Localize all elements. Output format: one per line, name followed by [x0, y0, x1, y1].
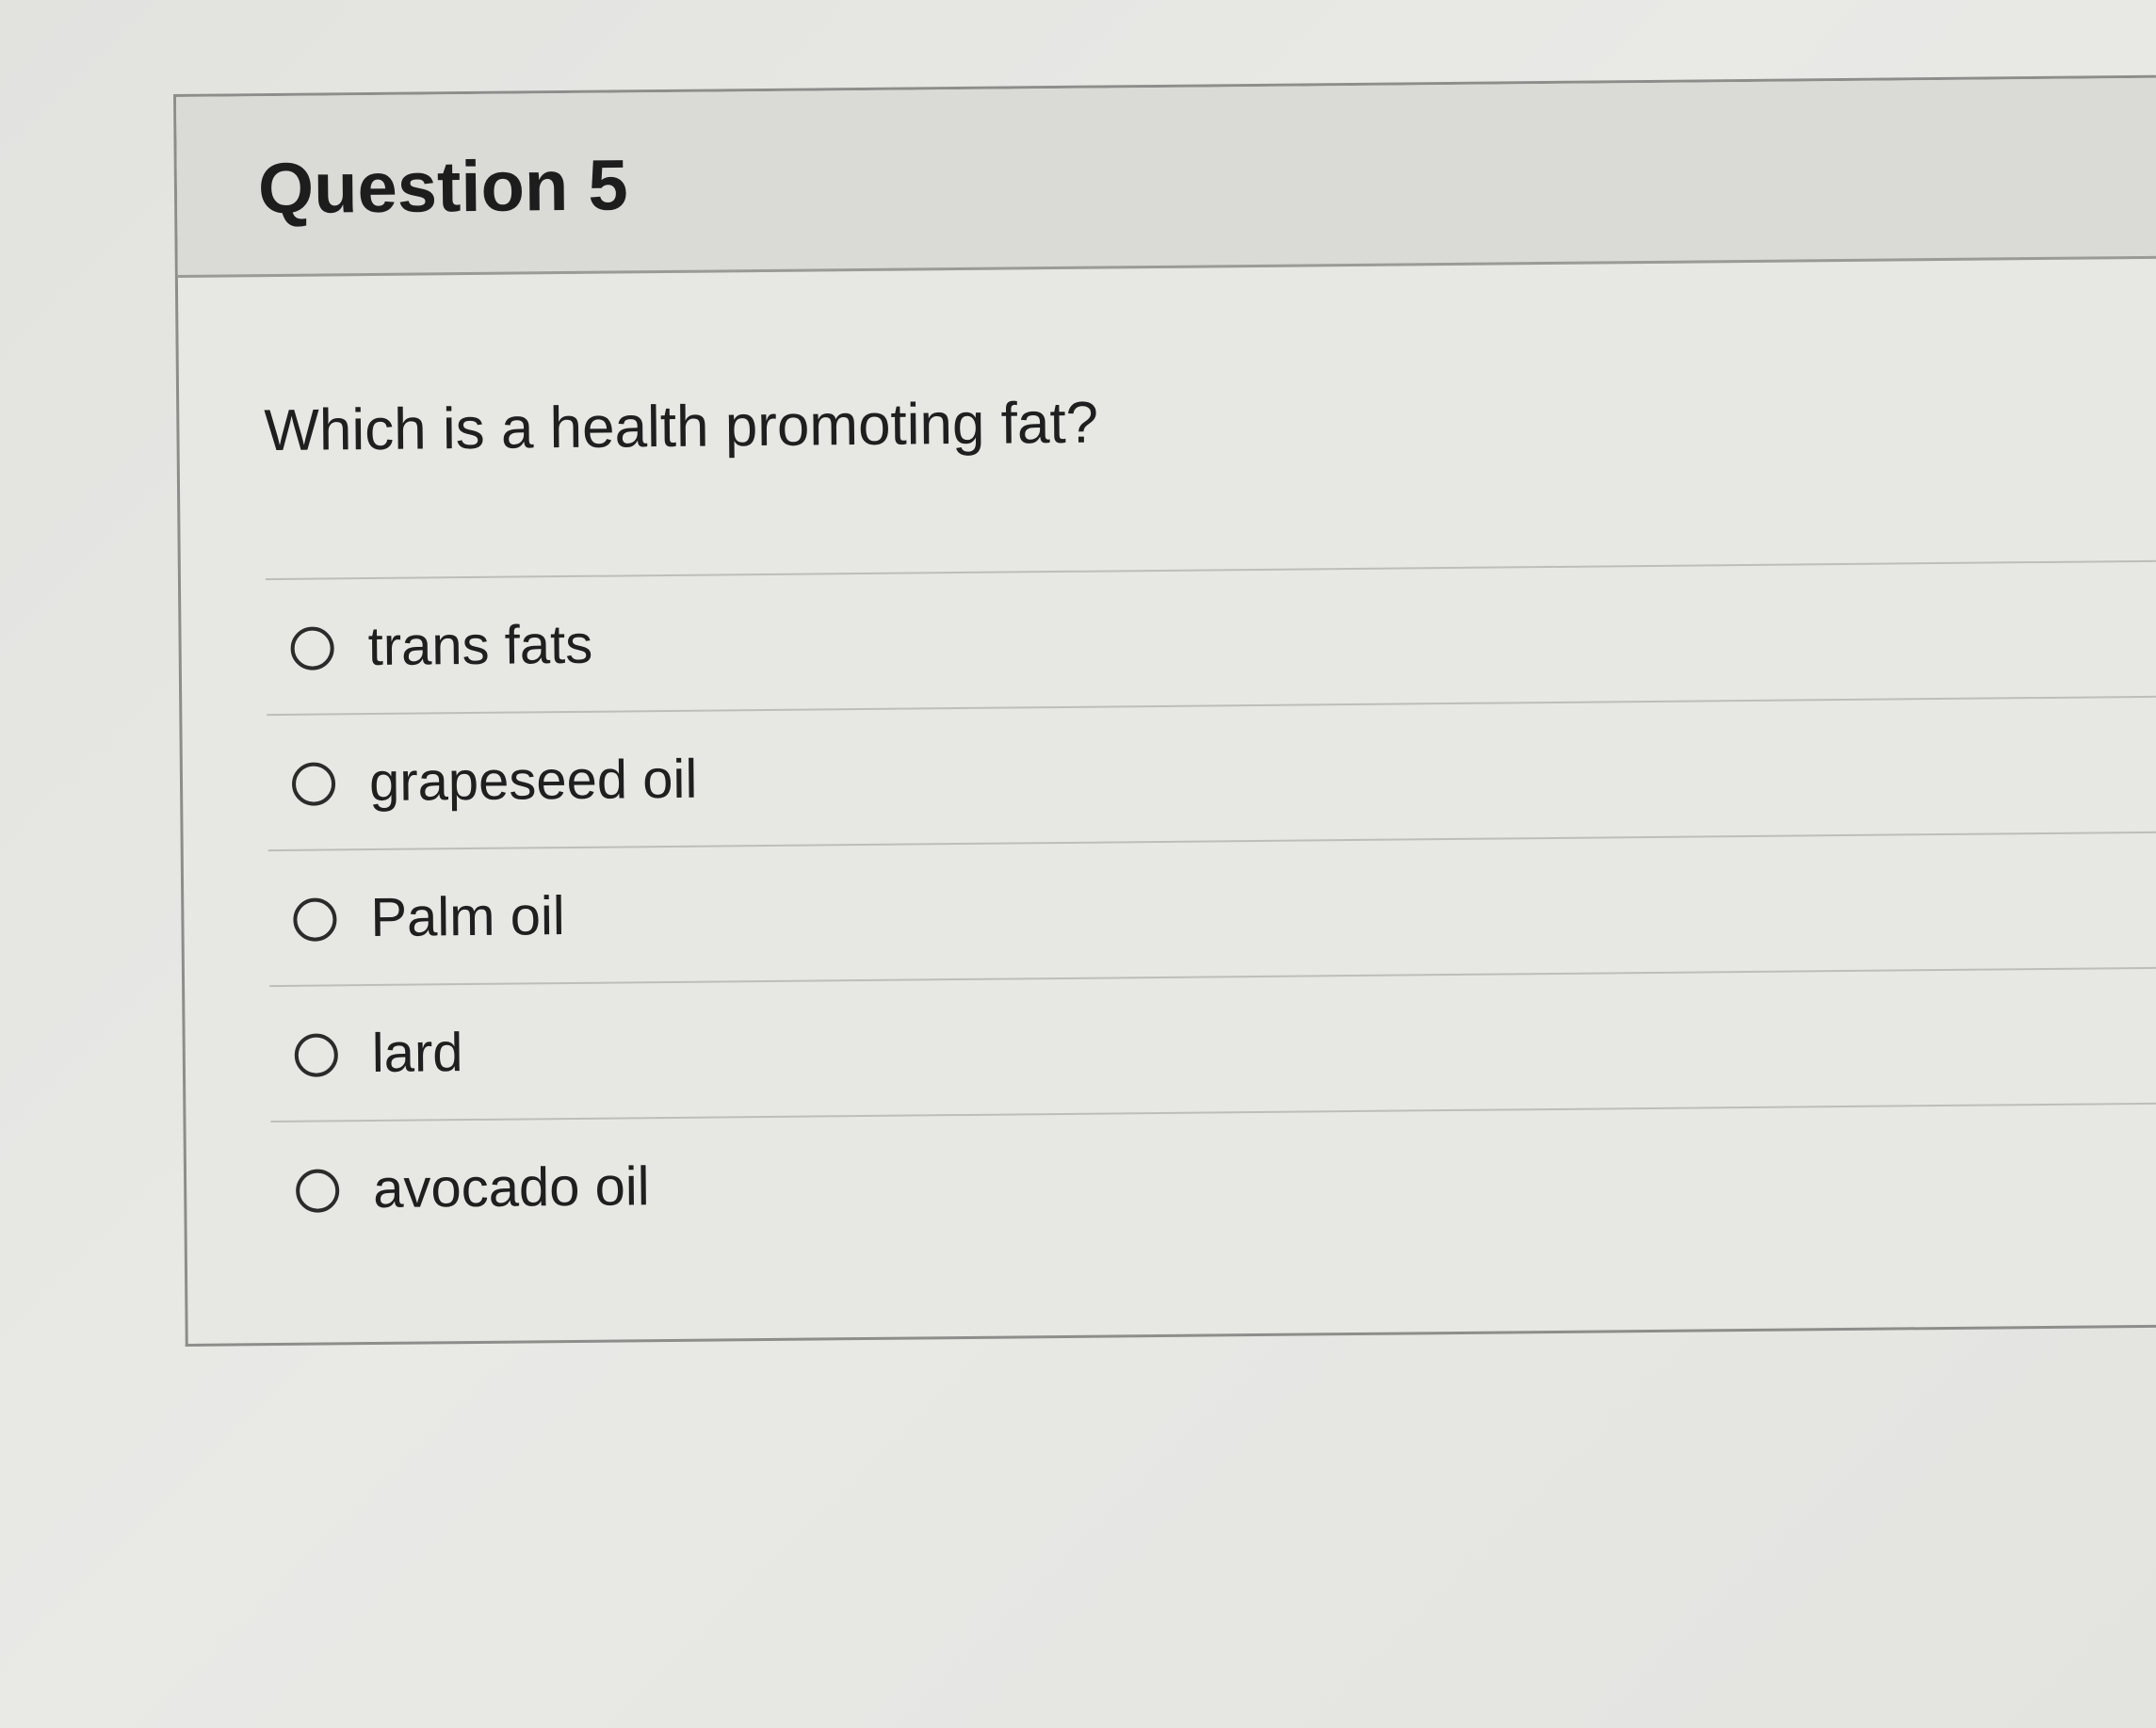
- question-card: Question 5 Which is a health promoting f…: [173, 74, 2156, 1347]
- radio-button[interactable]: [291, 762, 336, 806]
- radio-button[interactable]: [293, 897, 337, 942]
- answer-label[interactable]: lard: [371, 1021, 462, 1085]
- radio-button[interactable]: [290, 626, 334, 670]
- answer-label[interactable]: Palm oil: [370, 884, 565, 949]
- question-body: Which is a health promoting fat? trans f…: [178, 259, 2156, 1344]
- radio-button[interactable]: [294, 1033, 339, 1077]
- answer-option-palm-oil[interactable]: Palm oil: [267, 831, 2156, 986]
- question-title: Question 5: [257, 145, 629, 230]
- answer-option-avocado-oil[interactable]: avocado oil: [270, 1102, 2156, 1257]
- question-header: Question 5: [176, 77, 2156, 278]
- quiz-page: Question 5 Which is a health promoting f…: [0, 0, 2156, 1728]
- radio-button[interactable]: [295, 1169, 340, 1213]
- answer-label[interactable]: trans fats: [367, 613, 592, 678]
- answer-option-trans-fats[interactable]: trans fats: [265, 559, 2156, 715]
- answer-option-grapeseed-oil[interactable]: grapeseed oil: [267, 695, 2156, 850]
- answer-option-lard[interactable]: lard: [269, 966, 2156, 1122]
- answer-label[interactable]: grapeseed oil: [369, 748, 698, 814]
- answer-label[interactable]: avocado oil: [373, 1155, 650, 1220]
- answer-list: trans fats grapeseed oil Palm oil lard a…: [265, 559, 2156, 1257]
- question-prompt: Which is a health promoting fat?: [264, 390, 1099, 464]
